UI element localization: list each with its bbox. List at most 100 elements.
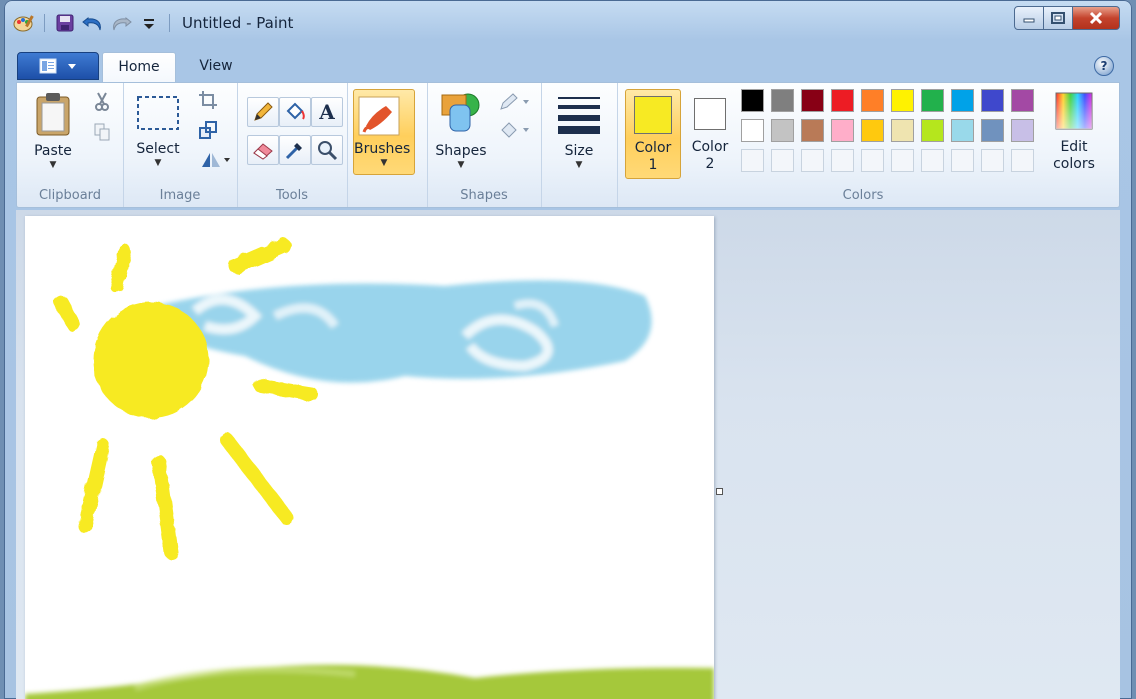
help-icon[interactable]: ? xyxy=(1094,56,1114,76)
outline-pen-icon xyxy=(500,93,529,110)
palette-empty-slot-7[interactable] xyxy=(951,149,974,172)
palette-swatch-r1-3[interactable] xyxy=(831,89,854,112)
paint-app-icon[interactable] xyxy=(12,12,36,34)
ribbon-home: Paste ▼ Clipboard Select ▼ Image A Tools… xyxy=(16,82,1120,208)
maximize-button[interactable] xyxy=(1044,6,1073,30)
chevron-down-icon: ▼ xyxy=(575,160,583,170)
clipboard-group-label: Clipboard xyxy=(38,188,102,203)
chevron-down-icon: ▼ xyxy=(49,160,57,170)
paint-menu-button[interactable] xyxy=(17,52,99,80)
palette-swatch-r1-5[interactable] xyxy=(891,89,914,112)
palette-swatch-r2-4[interactable] xyxy=(861,119,884,142)
minimize-button[interactable] xyxy=(1014,6,1044,30)
select-button[interactable]: Select ▼ xyxy=(131,91,185,168)
qa-separator-2 xyxy=(169,14,170,32)
resize-icon[interactable] xyxy=(197,119,219,141)
palette-swatch-r1-0[interactable] xyxy=(741,89,764,112)
text-icon: A xyxy=(319,100,335,124)
copy-icon[interactable] xyxy=(91,121,113,143)
group-image: Select ▼ Image xyxy=(123,83,238,207)
menu-icon xyxy=(39,58,57,74)
outline-button[interactable] xyxy=(497,91,531,113)
tab-view[interactable]: View xyxy=(188,52,244,81)
group-brushes: Brushes ▼ xyxy=(347,83,428,207)
palette-swatch-r1-4[interactable] xyxy=(861,89,884,112)
color1-label-line1: Color xyxy=(634,140,672,156)
palette-empty-slot-1[interactable] xyxy=(771,149,794,172)
customize-quick-access-icon[interactable] xyxy=(137,12,161,34)
paste-button[interactable]: Paste ▼ xyxy=(27,91,79,170)
fill-button[interactable] xyxy=(497,119,531,141)
color-picker-tool[interactable] xyxy=(279,135,311,165)
save-icon[interactable] xyxy=(53,12,77,34)
image-group-label: Image xyxy=(159,188,201,203)
shapes-label: Shapes xyxy=(435,143,487,159)
palette-empty-slot-9[interactable] xyxy=(1011,149,1034,172)
chevron-down-icon xyxy=(68,64,76,69)
palette-swatch-r2-6[interactable] xyxy=(921,119,944,142)
palette-swatch-r2-2[interactable] xyxy=(801,119,824,142)
palette-swatch-r2-3[interactable] xyxy=(831,119,854,142)
palette-swatch-r2-0[interactable] xyxy=(741,119,764,142)
color1-button[interactable]: Color 1 xyxy=(625,89,681,179)
shapes-button[interactable]: Shapes ▼ xyxy=(433,91,489,170)
palette-empty-slot-4[interactable] xyxy=(861,149,884,172)
text-tool[interactable]: A xyxy=(311,97,343,127)
pencil-tool[interactable] xyxy=(247,97,279,127)
palette-swatch-r2-8[interactable] xyxy=(981,119,1004,142)
quick-access-toolbar: Untitled - Paint xyxy=(12,10,293,36)
palette-empty-slot-6[interactable] xyxy=(921,149,944,172)
group-clipboard: Paste ▼ Clipboard xyxy=(17,83,124,207)
palette-swatch-r2-1[interactable] xyxy=(771,119,794,142)
palette-empty-slot-0[interactable] xyxy=(741,149,764,172)
palette-swatch-r1-9[interactable] xyxy=(1011,89,1034,112)
palette-empty-slot-2[interactable] xyxy=(801,149,824,172)
crop-icon[interactable] xyxy=(197,89,219,111)
palette-swatch-r1-1[interactable] xyxy=(771,89,794,112)
qa-separator xyxy=(44,14,45,32)
canvas-resize-handle[interactable] xyxy=(716,488,723,495)
drawing-canvas[interactable] xyxy=(25,216,714,699)
color2-label-line2: 2 xyxy=(705,156,715,172)
palette-empty-slot-5[interactable] xyxy=(891,149,914,172)
eraser-tool[interactable] xyxy=(247,135,279,165)
color1-label-line2: 1 xyxy=(648,157,658,173)
palette-empty-slot-8[interactable] xyxy=(981,149,1004,172)
palette-empty-slot-3[interactable] xyxy=(831,149,854,172)
brushes-label: Brushes xyxy=(354,141,411,157)
select-label: Select xyxy=(136,141,180,157)
chevron-down-icon: ▼ xyxy=(380,158,388,168)
title-bar: Untitled - Paint xyxy=(4,0,1132,46)
group-colors: Color 1 Color 2 Edit colors Colors xyxy=(617,83,1109,207)
palette-swatch-r2-9[interactable] xyxy=(1011,119,1034,142)
size-button[interactable]: Size ▼ xyxy=(553,91,605,170)
edit-colors-button[interactable]: Edit colors xyxy=(1045,91,1103,173)
rotate-icon xyxy=(202,153,230,167)
palette-swatch-r2-7[interactable] xyxy=(951,119,974,142)
magnifier-tool[interactable] xyxy=(311,135,343,165)
cloud-strokes xyxy=(155,280,652,383)
close-icon xyxy=(1089,11,1103,25)
color-palette xyxy=(741,89,1036,174)
color2-swatch xyxy=(694,98,726,130)
tab-home[interactable]: Home xyxy=(102,52,176,82)
color2-label-line1: Color xyxy=(691,139,729,155)
group-shapes: Shapes ▼ Shapes xyxy=(427,83,542,207)
color1-swatch xyxy=(634,96,672,134)
canvas-workspace xyxy=(16,210,1120,699)
color2-button[interactable]: Color 2 xyxy=(685,89,735,177)
palette-swatch-r1-7[interactable] xyxy=(951,89,974,112)
size-label: Size xyxy=(564,143,594,159)
palette-swatch-r1-6[interactable] xyxy=(921,89,944,112)
palette-swatch-r1-2[interactable] xyxy=(801,89,824,112)
redo-icon[interactable] xyxy=(109,12,133,34)
brushes-button[interactable]: Brushes ▼ xyxy=(353,89,415,175)
fill-tool[interactable] xyxy=(279,97,311,127)
close-button[interactable] xyxy=(1073,6,1120,30)
undo-icon[interactable] xyxy=(81,12,105,34)
palette-swatch-r2-5[interactable] xyxy=(891,119,914,142)
cut-icon[interactable] xyxy=(91,91,113,113)
fill-bucket-icon xyxy=(501,122,529,138)
rotate-button[interactable] xyxy=(197,149,233,171)
palette-swatch-r1-8[interactable] xyxy=(981,89,1004,112)
